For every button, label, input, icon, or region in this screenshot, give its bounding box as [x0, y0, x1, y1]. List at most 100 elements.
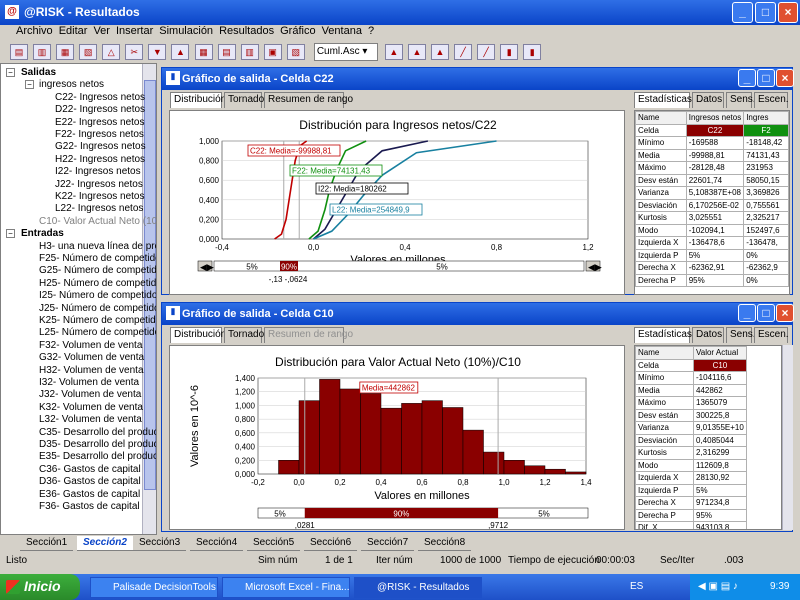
- open-icon[interactable]: ▤: [10, 44, 28, 60]
- panel1-close-button[interactable]: ×: [776, 69, 794, 87]
- panel2-maximize-button[interactable]: □: [757, 304, 775, 322]
- tree-input-item[interactable]: K25- Número de competidor: [39, 315, 156, 327]
- sheet-tab-4[interactable]: Sección4: [190, 536, 244, 551]
- chart-type-select[interactable]: Cuml.Asc ▾: [313, 43, 378, 61]
- line-icon[interactable]: ╱: [454, 44, 473, 60]
- language-indicator[interactable]: ES: [630, 581, 643, 592]
- tree-output-item[interactable]: D22- Ingresos netos: [55, 104, 145, 116]
- stats-row[interactable]: Varianza 9,01355E+10: [635, 421, 747, 435]
- bars2-icon[interactable]: ▮: [523, 44, 542, 60]
- stats-row[interactable]: Desviación 6,170256E-02 0,755561: [635, 198, 789, 212]
- tree-input-item[interactable]: C36- Gastos de capital: [39, 464, 141, 476]
- tree-input-item[interactable]: F25- Número de competidor: [39, 253, 156, 265]
- tree-input-item[interactable]: I32- Volumen de venta: [39, 377, 139, 389]
- stats-row[interactable]: Derecha X 971234,8: [635, 496, 747, 510]
- save-icon[interactable]: ▥: [33, 44, 52, 60]
- tree-output-item[interactable]: E22- Ingresos netos: [55, 117, 145, 129]
- tree-input-item[interactable]: G25- Número de competidor: [39, 265, 156, 277]
- tree-output-item[interactable]: I22- Ingresos netos: [55, 166, 141, 178]
- report-icon[interactable]: ▦: [56, 44, 75, 60]
- stats-row[interactable]: Celda C22 F2: [635, 123, 789, 137]
- tab-datos[interactable]: Datos: [692, 327, 724, 343]
- tree-outputs-group[interactable]: ingresos netos: [39, 79, 104, 91]
- sheet-tab-3[interactable]: Sección3: [133, 536, 187, 551]
- menu-item-4[interactable]: Simulación: [159, 25, 213, 37]
- tree-input-item[interactable]: J32- Volumen de venta: [39, 389, 141, 401]
- tree-output-item[interactable]: L22- Ingresos netos: [55, 203, 143, 215]
- stats-row[interactable]: Modo 112609,8: [635, 458, 747, 472]
- sheet-tab-7[interactable]: Sección7: [361, 536, 415, 551]
- tree-input-item[interactable]: F36- Gastos de capital: [39, 501, 140, 513]
- tab-tornado[interactable]: Tornado: [224, 327, 264, 343]
- tree-input-item[interactable]: L32- Volumen de venta: [39, 414, 142, 426]
- tree-inputs-header[interactable]: Entradas: [21, 228, 64, 240]
- panel1-minimize-button[interactable]: _: [738, 69, 756, 87]
- tree-output-item[interactable]: K22- Ingresos netos: [55, 191, 145, 203]
- tab-escen-[interactable]: Escen.: [754, 92, 789, 108]
- tab-sens-[interactable]: Sens.: [726, 92, 756, 108]
- tree-output-item[interactable]: C22- Ingresos netos: [55, 92, 145, 104]
- stats-row[interactable]: Izquierda P 5% 0%: [635, 248, 789, 262]
- tree-input-item[interactable]: I25- Número de competidor: [39, 290, 156, 302]
- stats-row[interactable]: Derecha P 95%: [635, 508, 747, 522]
- panel1-maximize-button[interactable]: □: [757, 69, 775, 87]
- tree-input-item[interactable]: D35- Desarrollo del producto: [39, 439, 156, 451]
- stats-row[interactable]: Máximo 1365079: [635, 396, 747, 410]
- stats-row[interactable]: Mínimo -169588 -18148,42: [635, 136, 789, 150]
- menu-item-6[interactable]: Gráfico: [280, 25, 315, 37]
- sheet-tab-1[interactable]: Sección1: [20, 536, 74, 551]
- stats-row[interactable]: Dif. X 943103,8: [635, 521, 747, 529]
- tree-input-item[interactable]: H3- una nueva línea de pro: [39, 241, 156, 253]
- stats-row[interactable]: Derecha P 95% 0%: [635, 273, 789, 287]
- menu-item-5[interactable]: Resultados: [219, 25, 274, 37]
- bars-icon[interactable]: ▮: [500, 44, 519, 60]
- panel2-stats-scrollbar[interactable]: [782, 345, 793, 530]
- tab-estad-sticas[interactable]: Estadísticas: [634, 92, 692, 108]
- filter-icon[interactable]: ▼: [148, 44, 167, 60]
- graph-icon[interactable]: ▧: [79, 44, 98, 60]
- probability-slider[interactable]: [213, 260, 585, 272]
- stats-row[interactable]: Izquierda X -136478,6 -136478,: [635, 236, 789, 250]
- layout-icon[interactable]: ▧: [286, 44, 305, 60]
- stats-row[interactable]: Derecha X -62362,91 -62362,9: [635, 261, 789, 275]
- sheet-tab-2[interactable]: Sección2: [77, 536, 133, 551]
- menu-item-1[interactable]: Editar: [59, 25, 88, 37]
- collapse-icon[interactable]: −: [6, 229, 15, 239]
- tree-input-item[interactable]: E35- Desarrollo del producto: [39, 451, 156, 463]
- tree-input-item[interactable]: F32- Volumen de venta: [39, 340, 142, 352]
- minimize-button[interactable]: _: [732, 2, 753, 23]
- tree-input-item[interactable]: H32- Volumen de venta: [39, 365, 144, 377]
- tree-input-item[interactable]: D36- Gastos de capital: [39, 476, 141, 488]
- tree-input-item[interactable]: J25- Número de competidor: [39, 303, 156, 315]
- histogram2-icon[interactable]: ▲: [407, 44, 426, 60]
- stats-row[interactable]: Celda C10: [635, 358, 747, 372]
- tree-output-item[interactable]: G22- Ingresos netos: [55, 141, 146, 153]
- tab-distribuci-n[interactable]: Distribución: [170, 92, 226, 108]
- collapse-icon[interactable]: −: [25, 80, 34, 90]
- tree-output-item[interactable]: F22- Ingresos netos: [55, 129, 144, 141]
- collapse-icon[interactable]: −: [6, 68, 15, 77]
- tree-input-item[interactable]: G32- Volumen de venta: [39, 352, 144, 364]
- start-button[interactable]: Inicio: [0, 574, 80, 600]
- stats-row[interactable]: Mínimo -104116,6: [635, 371, 747, 385]
- menu-item-7[interactable]: Ventana: [322, 25, 362, 37]
- menu-item-2[interactable]: Ver: [93, 25, 110, 37]
- tab-distribuci-n[interactable]: Distribución: [170, 327, 226, 343]
- sheet-tab-8[interactable]: Sección8: [418, 536, 472, 551]
- maximize-button[interactable]: □: [755, 2, 776, 23]
- cut-icon[interactable]: ✂: [125, 44, 144, 60]
- tab-tornado[interactable]: Tornado: [224, 92, 264, 108]
- sheet-tab-5[interactable]: Sección5: [247, 536, 301, 551]
- data-icon[interactable]: ▥: [240, 44, 259, 60]
- sheet-icon[interactable]: ▦: [194, 44, 213, 60]
- tab-escen-[interactable]: Escen.: [754, 327, 789, 343]
- tab-resumen-de-rango[interactable]: Resumen de rango: [264, 327, 353, 343]
- table-icon[interactable]: ▤: [217, 44, 236, 60]
- area-icon[interactable]: ▲: [431, 44, 449, 60]
- tree-output-item[interactable]: J22- Ingresos netos: [55, 179, 143, 191]
- stats-row[interactable]: Desviación 0,4085044: [635, 433, 747, 447]
- tree-outputs-header[interactable]: Salidas: [21, 67, 56, 79]
- line2-icon[interactable]: ╱: [477, 44, 496, 60]
- close-button[interactable]: ×: [778, 2, 798, 23]
- tree-output-item[interactable]: H22- Ingresos netos: [55, 154, 145, 166]
